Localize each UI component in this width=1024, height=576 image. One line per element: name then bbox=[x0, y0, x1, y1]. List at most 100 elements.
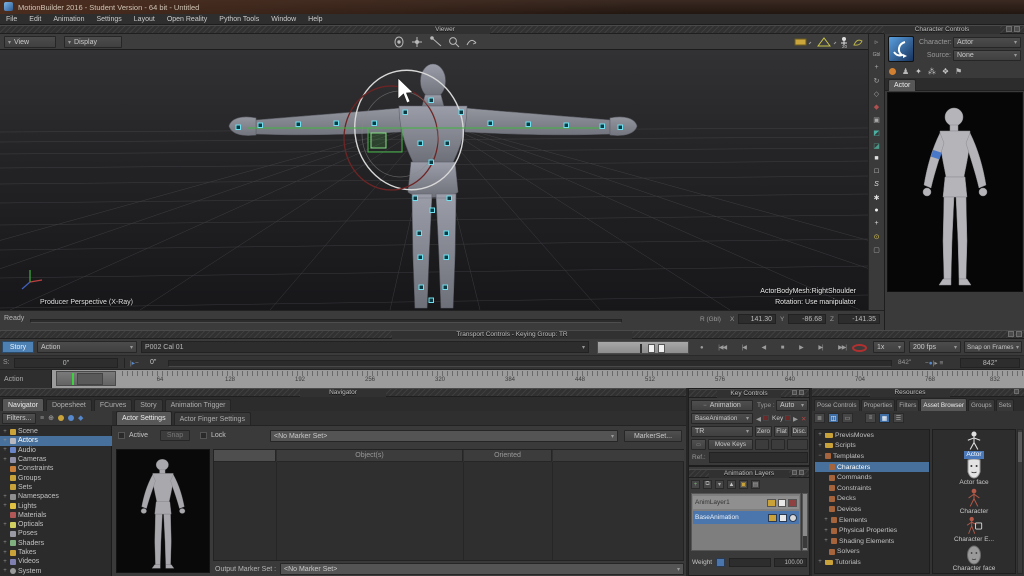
curve-icon[interactable]: S bbox=[871, 179, 883, 190]
menu-window[interactable]: Window bbox=[265, 14, 302, 24]
transport-minimize-button[interactable] bbox=[1008, 331, 1014, 337]
asset-item-character[interactable]: Character bbox=[958, 488, 991, 516]
menu-layout[interactable]: Layout bbox=[128, 14, 161, 24]
asset-item-actor-face[interactable]: Actor face bbox=[957, 459, 990, 487]
viewer-display-icons[interactable]: 20 bbox=[794, 35, 864, 49]
tree-item-takes[interactable]: +Takes bbox=[0, 548, 112, 557]
key-option-button-1[interactable] bbox=[755, 439, 769, 450]
zero-button[interactable]: Zero bbox=[755, 426, 772, 437]
key-option-button-2[interactable] bbox=[771, 439, 785, 450]
character-preview[interactable] bbox=[887, 92, 1023, 292]
next-key-arrow[interactable]: ▶ bbox=[793, 415, 798, 423]
scale-handle-b[interactable] bbox=[658, 344, 665, 353]
layer-lock-icon[interactable] bbox=[768, 514, 777, 522]
scrollbar-thumb[interactable] bbox=[803, 536, 807, 548]
story-toggle[interactable]: Story bbox=[2, 341, 34, 353]
snap-tool-icon[interactable]: ◆ bbox=[871, 101, 883, 112]
blue-filter-icon[interactable] bbox=[68, 415, 74, 421]
particle-icon[interactable]: ✱ bbox=[871, 192, 883, 203]
split-view-icon[interactable]: ◫ bbox=[828, 413, 839, 423]
col-header-objects[interactable]: Object(s) bbox=[277, 450, 463, 462]
texture-mode-icon[interactable]: ◪ bbox=[871, 140, 883, 151]
shaded-mode-icon[interactable]: ◩ bbox=[871, 127, 883, 138]
list-view-icon[interactable]: ≡ bbox=[40, 415, 44, 422]
snap-mode-select[interactable]: Snap on Frames ▾ bbox=[964, 341, 1022, 353]
asset-item-actor[interactable]: Actor bbox=[964, 431, 984, 459]
cross-icon[interactable]: + bbox=[871, 218, 883, 229]
scrollbar-thumb[interactable] bbox=[1018, 432, 1022, 462]
loop-toggle-icon[interactable] bbox=[852, 344, 867, 352]
tab-actor[interactable]: Actor bbox=[888, 79, 916, 91]
tab-actor-finger-settings[interactable]: Actor Finger Settings bbox=[174, 412, 251, 425]
display-menu-button[interactable]: ▾ Display bbox=[64, 36, 122, 48]
asset-tree-decks[interactable]: Decks bbox=[815, 494, 929, 505]
tree-item-cameras[interactable]: +Cameras bbox=[0, 455, 112, 464]
asset-tree-prevismoves[interactable]: +PrevisMoves bbox=[815, 430, 929, 441]
next-key-button[interactable]: ▶| bbox=[818, 344, 822, 351]
pointer-filter-icon[interactable]: ⊕ bbox=[48, 414, 54, 422]
marker-table[interactable]: Object(s) Oriented bbox=[213, 449, 684, 561]
playback-speed-select[interactable]: 1x ▾ bbox=[873, 341, 905, 353]
timeline-ruler[interactable]: Action 64 128 192 256 320 384 448 512 57… bbox=[0, 370, 1024, 388]
asset-tree-characters[interactable]: Characters bbox=[815, 462, 929, 473]
layer-row-animlayer1[interactable]: AnimLayer1 bbox=[693, 496, 799, 509]
weight-slider[interactable] bbox=[729, 558, 771, 567]
tree-item-opticals[interactable]: +Opticals bbox=[0, 520, 112, 529]
start-time-field[interactable]: 0" bbox=[14, 358, 118, 368]
asset-tree-commands[interactable]: Commands bbox=[815, 472, 929, 483]
scale-tool-icon[interactable]: ◇ bbox=[871, 88, 883, 99]
tab-animation-trigger[interactable]: Animation Trigger bbox=[165, 399, 232, 411]
asset-tree-constraints[interactable]: Constraints bbox=[815, 483, 929, 494]
char-panel-minimize-button[interactable] bbox=[1006, 26, 1012, 32]
previous-key-button[interactable]: |◀ bbox=[742, 344, 746, 351]
new-layer-icon[interactable]: + bbox=[691, 480, 700, 489]
scale-cursor[interactable] bbox=[640, 344, 642, 353]
key-controls-minimize[interactable] bbox=[792, 390, 797, 395]
viewport-hscrollbar[interactable] bbox=[30, 319, 622, 323]
delete-key-icon[interactable]: ✕ bbox=[801, 415, 806, 423]
key-controls-close[interactable] bbox=[799, 390, 804, 395]
tab-actor-settings[interactable]: Actor Settings bbox=[116, 411, 172, 425]
layer-clock-icon[interactable] bbox=[789, 514, 797, 522]
source-select[interactable]: None ▾ bbox=[953, 50, 1021, 61]
plot-icon[interactable]: ❖ bbox=[942, 67, 949, 76]
action-mode-select[interactable]: Action ▾ bbox=[37, 341, 137, 353]
go-to-start-button[interactable]: |◀◀ bbox=[718, 344, 726, 351]
playhead-line[interactable] bbox=[72, 373, 74, 385]
tree-item-audio[interactable]: +Audio bbox=[0, 446, 112, 455]
cube-solid-icon[interactable]: ■ bbox=[871, 153, 883, 164]
stop-button[interactable]: ■ bbox=[781, 345, 784, 351]
asset-tree-templates[interactable]: −Templates bbox=[815, 451, 929, 462]
layer-mute-icon[interactable] bbox=[788, 499, 797, 507]
yellow-filter-icon[interactable] bbox=[58, 415, 64, 421]
delete-layer-icon[interactable]: ▾ bbox=[715, 480, 724, 489]
layer-folder-icon[interactable]: ▣ bbox=[739, 480, 748, 489]
tree-item-poses[interactable]: Poses bbox=[0, 529, 112, 538]
rotation-x-value[interactable]: 141.30 bbox=[738, 314, 776, 324]
anim-layers-minimize[interactable] bbox=[792, 470, 797, 475]
animation-mode-button[interactable]: − Animation bbox=[691, 400, 753, 411]
go-to-end-button[interactable]: ▶▶| bbox=[838, 344, 846, 351]
playhead-slot[interactable] bbox=[56, 371, 116, 386]
rotation-z-value[interactable]: -141.35 bbox=[838, 314, 880, 324]
flag-icon[interactable]: ⚑ bbox=[955, 67, 962, 76]
menu-edit[interactable]: Edit bbox=[23, 14, 47, 24]
tree-item-actors[interactable]: +Actors bbox=[0, 436, 112, 445]
frame-tool-icon[interactable]: ▣ bbox=[871, 114, 883, 125]
col-header-oriented[interactable]: Oriented bbox=[464, 450, 552, 462]
flat-button[interactable]: Flat bbox=[774, 426, 789, 437]
stance-icon[interactable]: ♟ bbox=[902, 67, 909, 76]
viewport-tool-icons[interactable] bbox=[392, 35, 482, 49]
mirror-icon[interactable]: ⁂ bbox=[928, 67, 936, 76]
tree-item-videos[interactable]: +Videos bbox=[0, 557, 112, 566]
range-end-icons[interactable]: −●|▸ ≡ bbox=[925, 359, 943, 367]
snap-button[interactable]: Snap bbox=[160, 430, 190, 441]
asset-tree-physical-properties[interactable]: +Physical Properties bbox=[815, 525, 929, 536]
layer-solo-icon[interactable] bbox=[778, 499, 786, 507]
active-checkbox[interactable] bbox=[118, 432, 125, 439]
scale-handle-a[interactable] bbox=[648, 344, 655, 353]
marker-set-select[interactable]: <No Marker Set> ▾ bbox=[270, 430, 618, 442]
tree-item-shaders[interactable]: +Shaders bbox=[0, 539, 112, 548]
pentagon-filter-icon[interactable]: ◆ bbox=[78, 414, 83, 422]
fps-select[interactable]: 200 fps ▾ bbox=[909, 341, 961, 353]
